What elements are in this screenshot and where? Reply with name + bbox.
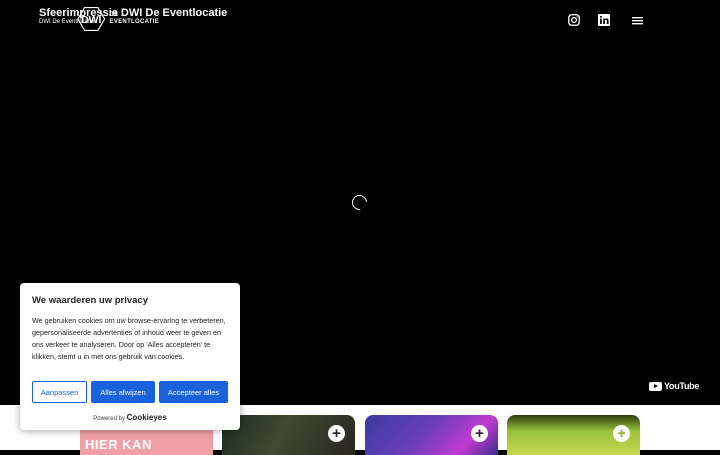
- youtube-label: YouTube: [664, 381, 700, 391]
- youtube-logo[interactable]: YouTube: [649, 381, 699, 391]
- card-4[interactable]: +: [507, 415, 640, 455]
- loading-spinner-icon: [348, 191, 371, 214]
- cookie-title: We waarderen uw privacy: [32, 295, 148, 306]
- cookie-description: We gebruiken cookies om uw browse-ervari…: [32, 316, 226, 361]
- dwi-hexagon-icon: DWI: [77, 7, 106, 31]
- plus-icon[interactable]: +: [328, 425, 345, 442]
- logo-subtitle: DE EVENTLOCATIE: [109, 12, 160, 25]
- cookie-buttons: Aanpassen Alles afwijzen Accepteer alles: [32, 381, 228, 403]
- linkedin-icon[interactable]: [596, 12, 612, 28]
- dwi-logo: DWI DE EVENTLOCATIE: [77, 6, 167, 32]
- svg-text:DWI: DWI: [81, 15, 101, 26]
- plus-icon[interactable]: +: [471, 425, 488, 442]
- powered-by: Powered by Cookieyes: [20, 413, 240, 422]
- card-3[interactable]: +: [365, 415, 498, 455]
- customize-button[interactable]: Aanpassen: [32, 381, 87, 403]
- instagram-icon[interactable]: [566, 12, 582, 28]
- powered-by-label: Powered by: [93, 416, 125, 422]
- plus-icon[interactable]: +: [613, 425, 630, 442]
- youtube-play-icon: [649, 381, 662, 391]
- cookie-banner: We waarderen uw privacy We gebruiken coo…: [20, 283, 240, 430]
- reject-all-button[interactable]: Alles afwijzen: [91, 381, 155, 403]
- card-2[interactable]: +: [222, 415, 355, 455]
- cookieyes-logo[interactable]: Cookieyes: [127, 413, 167, 422]
- accept-all-button[interactable]: Accepteer alles: [159, 381, 228, 403]
- menu-icon[interactable]: [629, 12, 645, 28]
